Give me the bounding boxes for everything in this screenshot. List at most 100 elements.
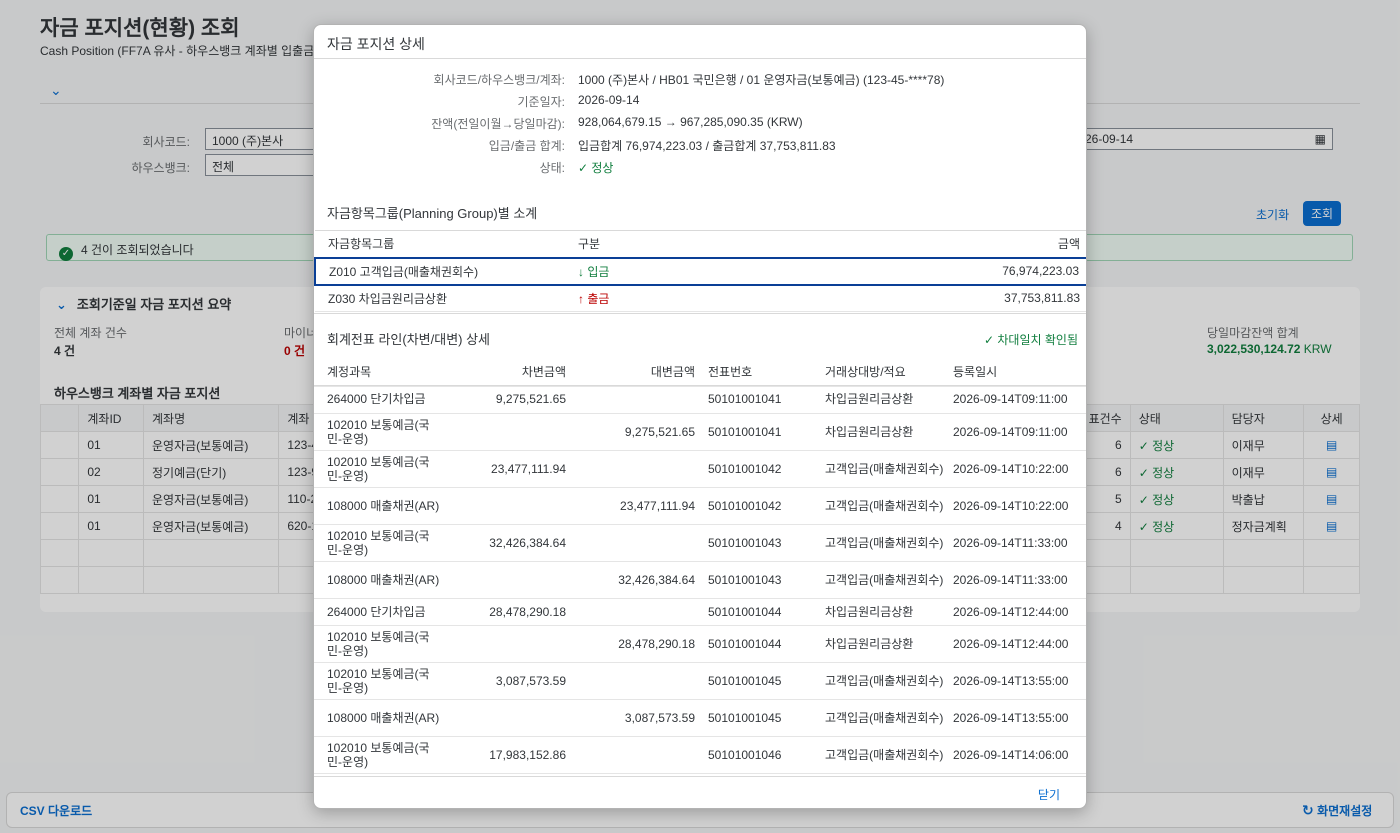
table-row[interactable]: 264000 단기차입금 9,275,521.65 50101001041 차입금원리… <box>314 386 1086 414</box>
info-value-date: 2026-09-14 <box>578 93 640 107</box>
cell-credit: 28,478,290.18 <box>566 625 695 663</box>
cash-position-detail-dialog: 자금 포지션 상세 회사코드/하우스뱅크/계좌: 1000 (주)본사 / HB0… <box>313 24 1087 809</box>
cell-debit: 17,983,152.86 <box>442 736 566 774</box>
info-value-totals: 입금합계 76,974,223.03 / 출금합계 37,753,811.83 <box>578 139 836 153</box>
table-row[interactable]: Z010 고객입금(매출채권회수) ↓ 입금 76,974,223.03 <box>314 256 1086 286</box>
cell-debit: 23,477,111.94 <box>442 450 566 488</box>
cell-created: 2026-09-14T10:22:00 <box>953 487 1086 525</box>
cell-credit <box>566 736 695 774</box>
info-label-status: 상태: <box>539 161 565 175</box>
group-table: 자금항목그룹 구분 금액 Z010 고객입금(매출채권회수) ↓ 입금 76,9… <box>314 230 1086 312</box>
cell-doc: 50101001043 <box>695 524 825 562</box>
cell-group: Z010 고객입금(매출채권회수) <box>314 256 565 286</box>
col-type: 구분 <box>565 230 745 258</box>
lines-table-body[interactable]: 264000 단기차입금 9,275,521.65 50101001041 차입금원리… <box>314 386 1086 776</box>
cell-debit: 9,275,521.65 <box>442 386 566 414</box>
info-label-totals: 입금/출금 합계: <box>488 139 565 153</box>
cell-partner: 고객입금(매출채권회수) <box>825 561 953 599</box>
cell-debit <box>442 487 566 525</box>
cell-credit: 3,087,573.59 <box>566 699 695 737</box>
col-amount: 금액 <box>745 230 1086 258</box>
cell-account: 102010 보통예금(국민-운영) <box>314 413 442 451</box>
table-row[interactable]: 102010 보통예금(국민-운영) 28,478,290.18 501010010… <box>314 625 1086 663</box>
table-row[interactable]: 102010 보통예금(국민-운영) 17,983,152.86 501010010… <box>314 736 1086 774</box>
close-button[interactable]: 닫기 <box>1038 786 1060 803</box>
cell-doc: 50101001045 <box>695 662 825 700</box>
status-text: 정상 <box>591 161 614 175</box>
col-created: 등록일시 <box>953 357 1086 387</box>
cell-debit <box>442 561 566 599</box>
col-account: 계정과목 <box>314 357 442 387</box>
col-credit: 대변금액 <box>566 357 695 387</box>
col-group: 자금항목그룹 <box>315 230 565 258</box>
balanced-status: ✓ 차대일치 확인됨 <box>984 331 1078 348</box>
cell-credit <box>566 662 695 700</box>
cell-credit: 9,275,521.65 <box>566 413 695 451</box>
table-row[interactable]: 108000 매출채권(AR) 32,426,384.64 50101001043 고… <box>314 561 1086 599</box>
cell-partner: 고객입금(매출채권회수) <box>825 487 953 525</box>
cell-account: 264000 단기차입금 <box>314 598 442 626</box>
type-text: 출금 <box>587 291 610 306</box>
info-value-status: ✓ 정상 <box>578 159 613 176</box>
cell-created: 2026-09-14T14:06:00 <box>953 736 1086 774</box>
table-row[interactable]: 108000 매출채권(AR) 23,477,111.94 50101001042 고… <box>314 487 1086 525</box>
cell-doc: 50101001041 <box>695 386 825 414</box>
cell-created: 2026-09-14T12:44:00 <box>953 598 1086 626</box>
cell-created: 2026-09-14T09:11:00 <box>953 413 1086 451</box>
check-icon: ✓ <box>983 333 998 347</box>
arrow-down-icon: ↓ <box>578 264 588 279</box>
cell-debit: 32,426,384.64 <box>442 524 566 562</box>
arrow-up-icon: ↑ <box>578 291 588 306</box>
col-partner: 거래상대방/적요 <box>825 357 953 387</box>
table-row[interactable]: 102010 보통예금(국민-운영) 3,087,573.59 5010100104… <box>314 662 1086 700</box>
cell-debit <box>442 625 566 663</box>
cell-debit <box>442 699 566 737</box>
info-label-date: 기준일자: <box>517 95 566 109</box>
cell-partner: 고객입금(매출채권회수) <box>825 699 953 737</box>
cell-credit: 23,477,111.94 <box>566 487 695 525</box>
cell-type: ↑ 출금 <box>565 284 745 312</box>
cell-partner: 차입금원리금상환 <box>825 625 953 663</box>
cell-account: 264000 단기차입금 <box>314 386 442 414</box>
cell-doc: 50101001041 <box>695 413 825 451</box>
cell-type: ↓ 입금 <box>565 256 745 286</box>
table-row[interactable]: 264000 단기차입금 28,478,290.18 50101001044 차입금원… <box>314 598 1086 626</box>
cell-account: 108000 매출채권(AR) <box>314 699 442 737</box>
table-row[interactable]: Z030 차입금원리금상환 ↑ 출금 37,753,811.83 <box>315 284 1086 312</box>
table-row[interactable]: 102010 보통예금(국민-운영) 32,426,384.64 501010010… <box>314 524 1086 562</box>
cell-created: 2026-09-14T13:55:00 <box>953 662 1086 700</box>
cell-debit: 3,087,573.59 <box>442 662 566 700</box>
cell-account: 102010 보통예금(국민-운영) <box>314 625 442 663</box>
cell-doc: 50101001044 <box>695 625 825 663</box>
group-section-title: 자금항목그룹(Planning Group)별 소계 <box>327 206 538 221</box>
cell-doc: 50101001042 <box>695 487 825 525</box>
cell-created: 2026-09-14T11:33:00 <box>953 524 1086 562</box>
cell-created: 2026-09-14T09:11:00 <box>953 386 1086 414</box>
cell-partner: 고객입금(매출채권회수) <box>825 450 953 488</box>
dialog-title: 자금 포지션 상세 <box>314 25 1086 59</box>
table-row[interactable]: 102010 보통예금(국민-운영) 9,275,521.65 5010100104… <box>314 413 1086 451</box>
cell-debit: 28,478,290.18 <box>442 598 566 626</box>
cell-created: 2026-09-14T13:55:00 <box>953 699 1086 737</box>
cell-created: 2026-09-14T12:44:00 <box>953 625 1086 663</box>
table-row[interactable]: 102010 보통예금(국민-운영) 23,477,111.94 501010010… <box>314 450 1086 488</box>
lines-table: 264000 단기차입금 9,275,521.65 50101001041 차입금원리… <box>314 386 1086 774</box>
check-icon: ✓ <box>578 161 592 175</box>
info-label-account: 회사코드/하우스뱅크/계좌: <box>433 73 565 87</box>
cell-credit: 32,426,384.64 <box>566 561 695 599</box>
cell-partner: 고객입금(매출채권회수) <box>825 524 953 562</box>
cell-amount: 37,753,811.83 <box>745 284 1086 312</box>
cell-doc: 50101001046 <box>695 736 825 774</box>
cell-account: 108000 매출채권(AR) <box>314 487 442 525</box>
cell-partner: 차입금원리금상환 <box>825 413 953 451</box>
cell-partner: 차입금원리금상환 <box>825 386 953 414</box>
cell-debit <box>442 413 566 451</box>
cell-amount: 76,974,223.03 <box>745 256 1086 286</box>
info-value-account: 1000 (주)본사 / HB01 국민은행 / 01 운영자금(보통예금) (… <box>578 73 945 87</box>
cell-doc: 50101001042 <box>695 450 825 488</box>
lines-section-title: 회계전표 라인(차변/대변) 상세 <box>327 332 491 347</box>
cell-created: 2026-09-14T10:22:00 <box>953 450 1086 488</box>
table-row[interactable]: 108000 매출채권(AR) 3,087,573.59 50101001045 고객… <box>314 699 1086 737</box>
cell-group: Z030 차입금원리금상환 <box>315 284 565 312</box>
cell-created: 2026-09-14T11:33:00 <box>953 561 1086 599</box>
